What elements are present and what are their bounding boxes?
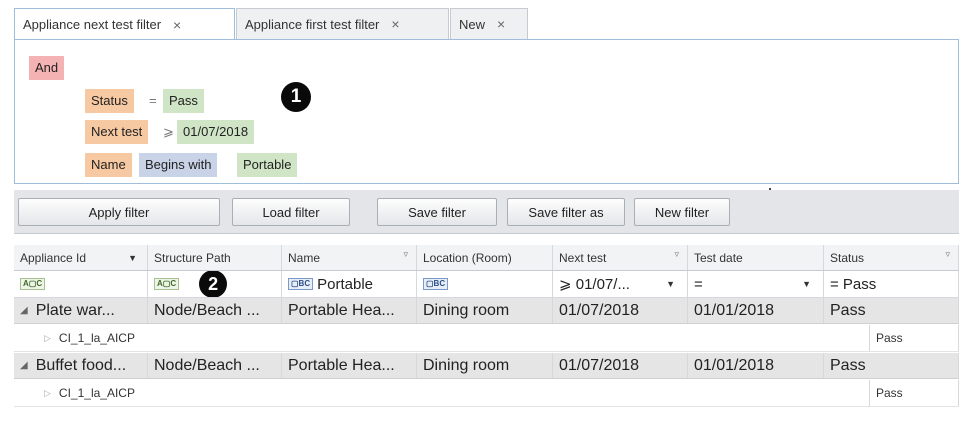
- cell-test-date: 01/01/2018: [688, 298, 824, 323]
- collapse-arrow-icon[interactable]: ◢: [20, 305, 28, 316]
- filter-cell-appliance-id[interactable]: A▢C: [14, 271, 148, 297]
- column-label: Test date: [694, 250, 743, 265]
- cell-test-date: 01/01/2018: [688, 353, 824, 378]
- cell-structure-path: Node/Beach ...: [148, 353, 282, 378]
- filter-value-next-test: ⩾ 01/07/...: [559, 276, 630, 293]
- tab-appliance-next-test-filter[interactable]: Appliance next test filter ×: [14, 8, 235, 40]
- filter-cell-location[interactable]: ▢BC: [417, 271, 553, 297]
- condition-field-name[interactable]: Name: [85, 153, 132, 177]
- close-icon[interactable]: ×: [173, 17, 181, 33]
- table-row[interactable]: ◢ Buffet food... Node/Beach ... Portable…: [14, 353, 959, 379]
- child-label: CI_1_la_AICP: [58, 386, 135, 400]
- condition-field-next-test[interactable]: Next test: [85, 120, 149, 144]
- new-filter-button[interactable]: New filter: [634, 198, 730, 226]
- table-row[interactable]: ◢ Plate war... Node/Beach ... Portable H…: [14, 298, 959, 324]
- save-filter-as-button[interactable]: Save filter as: [507, 198, 625, 226]
- column-header-location[interactable]: Location (Room): [417, 245, 553, 270]
- column-label: Location (Room): [423, 250, 512, 265]
- text-filter-icon: ▢BC: [288, 278, 314, 290]
- cell-name: Portable Hea...: [282, 353, 417, 378]
- tab-new[interactable]: New ×: [450, 8, 528, 39]
- filter-value-status: = Pass: [830, 275, 877, 293]
- child-cell-status: Pass: [870, 380, 959, 406]
- filter-cell-test-date[interactable]: = ▼: [688, 271, 824, 297]
- expand-arrow-icon[interactable]: ▷: [44, 388, 51, 399]
- column-header-test-date[interactable]: Test date: [688, 245, 824, 270]
- column-header-name[interactable]: Name ▿: [282, 245, 417, 270]
- filter-value-name: Portable: [317, 275, 373, 293]
- expand-arrow-icon[interactable]: ▷: [44, 333, 51, 344]
- grid-header-row: Appliance Id ▼ Structure Path Name ▿ Loc…: [14, 245, 959, 271]
- child-label: CI_1_la_AICP: [58, 331, 135, 345]
- cell-status: Pass: [824, 353, 959, 378]
- filter-cell-next-test[interactable]: ⩾ 01/07/... ▼: [553, 271, 688, 297]
- cell-location: Dining room: [417, 353, 553, 378]
- save-filter-button[interactable]: Save filter: [377, 198, 497, 226]
- child-row[interactable]: ▷ CI_1_la_AICP Pass: [14, 325, 959, 352]
- condition-operator-begins-with[interactable]: Begins with: [139, 153, 218, 177]
- callout-badge-1: 1: [281, 82, 311, 112]
- filter-value-test-date: =: [694, 275, 703, 293]
- condition-value-date[interactable]: 01/07/2018: [177, 120, 255, 144]
- apply-filter-button[interactable]: Apply filter: [18, 198, 220, 226]
- cell-next-test: 01/07/2018: [553, 298, 688, 323]
- filter-cell-structure-path[interactable]: A▢C 2: [148, 271, 282, 297]
- chevron-down-icon[interactable]: ▼: [666, 279, 675, 289]
- column-label: Name: [288, 250, 321, 265]
- cell-text: Plate war...: [35, 301, 115, 319]
- column-header-next-test[interactable]: Next test ▿: [553, 245, 688, 270]
- filter-pin-icon[interactable]: ▿: [403, 249, 408, 260]
- condition-value-pass[interactable]: Pass: [163, 89, 204, 113]
- cell-text: Buffet food...: [35, 356, 127, 374]
- cell-name: Portable Hea...: [282, 298, 417, 323]
- text-filter-icon: ▢BC: [423, 278, 449, 290]
- filter-cell-status[interactable]: = Pass: [824, 271, 959, 297]
- condition-field-status[interactable]: Status: [85, 89, 134, 113]
- text-filter-icon: A▢C: [20, 278, 46, 290]
- load-filter-button[interactable]: Load filter: [232, 198, 350, 226]
- column-header-structure-path[interactable]: Structure Path: [148, 245, 282, 270]
- close-icon[interactable]: ×: [497, 16, 505, 32]
- filter-cell-name[interactable]: ▢BC Portable: [282, 271, 417, 297]
- close-icon[interactable]: ×: [391, 16, 399, 32]
- column-header-appliance-id[interactable]: Appliance Id ▼: [14, 245, 148, 270]
- child-row[interactable]: ▷ CI_1_la_AICP Pass: [14, 380, 959, 407]
- tab-label: New: [459, 16, 486, 32]
- tab-appliance-first-test-filter[interactable]: Appliance first test filter ×: [236, 8, 449, 39]
- column-label: Appliance Id: [20, 250, 87, 265]
- cell-location: Dining room: [417, 298, 553, 323]
- filter-editor: And Status = Pass Next test ⩾ 01/07/2018…: [14, 40, 959, 190]
- callout-badge-2: 2: [199, 271, 228, 297]
- filter-button-bar: Apply filter Load filter Save filter Sav…: [14, 190, 959, 234]
- and-group-chip[interactable]: And: [29, 56, 65, 80]
- tab-label: Appliance next test filter: [23, 17, 162, 32]
- filter-tabs: Appliance next test filter × Appliance f…: [14, 8, 959, 40]
- chevron-down-icon[interactable]: ▼: [802, 279, 811, 289]
- column-label: Status: [830, 250, 865, 265]
- filter-pin-icon[interactable]: ▿: [945, 249, 950, 260]
- cell-next-test: 01/07/2018: [553, 353, 688, 378]
- column-menu-icon[interactable]: ▼: [128, 253, 137, 263]
- cell-appliance-id: ◢ Buffet food...: [14, 353, 148, 378]
- cell-structure-path: Node/Beach ...: [148, 298, 282, 323]
- column-header-status[interactable]: Status ▿: [824, 245, 959, 270]
- cell-appliance-id: ◢ Plate war...: [14, 298, 148, 323]
- condition-value-portable[interactable]: Portable: [237, 153, 298, 177]
- filter-pin-icon[interactable]: ▿: [674, 249, 679, 260]
- condition-operator-equals[interactable]: =: [143, 89, 163, 113]
- tab-label: Appliance first test filter: [245, 16, 380, 32]
- column-label: Structure Path: [154, 250, 231, 265]
- text-filter-icon: A▢C: [154, 278, 180, 290]
- child-cell-label: ▷ CI_1_la_AICP: [14, 325, 870, 351]
- column-label: Next test: [559, 250, 607, 265]
- child-cell-status: Pass: [870, 325, 959, 351]
- child-cell-label: ▷ CI_1_la_AICP: [14, 380, 870, 406]
- grid-filter-row: A▢C A▢C 2 ▢BC Portable ▢BC ⩾ 01/07/... ▼…: [14, 271, 959, 298]
- collapse-arrow-icon[interactable]: ◢: [20, 360, 28, 371]
- cell-status: Pass: [824, 298, 959, 323]
